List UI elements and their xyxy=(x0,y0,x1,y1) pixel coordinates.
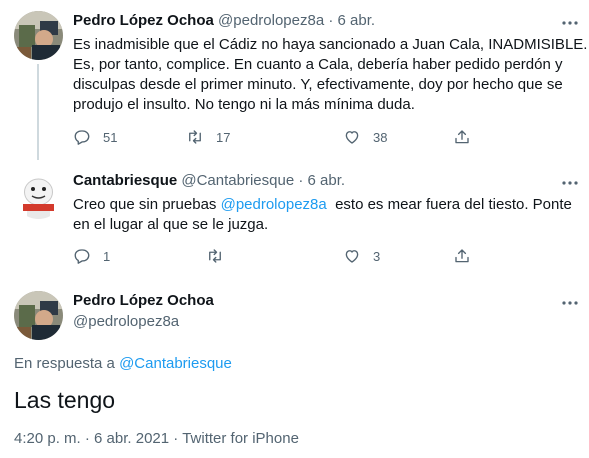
like-count: 38 xyxy=(373,129,388,145)
avatar-pedro[interactable] xyxy=(14,291,63,340)
author-name[interactable]: Pedro López Ochoa xyxy=(73,291,214,311)
like-button[interactable]: 38 xyxy=(343,127,387,147)
tweet-text-line: Es inadmisible que el Cádiz no haya sanc… xyxy=(73,36,588,53)
avatar-pedro[interactable] xyxy=(14,11,63,60)
main-tweet-text: Las tengo xyxy=(14,387,116,413)
author-handle[interactable]: @pedrolopez8a xyxy=(73,312,179,332)
share-button[interactable] xyxy=(453,127,471,147)
tweet-1[interactable]: Pedro López Ochoa @pedrolopez8a · 6 abr.… xyxy=(0,0,589,160)
tweet-date[interactable]: 6 abr. xyxy=(308,172,346,189)
more-dots-icon[interactable] xyxy=(560,13,580,33)
reply-count: 51 xyxy=(103,129,118,145)
tweet-text-segment: esto es mear fuera del tiesto. Ponte xyxy=(326,196,572,213)
separator-dot: · xyxy=(328,12,334,29)
like-button[interactable]: 3 xyxy=(343,246,380,266)
tweet-actions: 51 17 38 xyxy=(73,127,493,147)
retweet-icon xyxy=(209,249,221,263)
heart-icon xyxy=(345,250,359,263)
reply-button[interactable]: 51 xyxy=(73,127,117,147)
share-icon xyxy=(455,249,469,263)
retweet-button[interactable] xyxy=(206,246,224,266)
more-dots-icon[interactable] xyxy=(560,173,580,193)
tweet-header: Cantabriesque @Cantabriesque · 6 abr. xyxy=(73,171,345,191)
tweet-2[interactable]: Cantabriesque @Cantabriesque · 6 abr. Cr… xyxy=(0,160,589,280)
author-name[interactable]: Cantabriesque xyxy=(73,172,177,189)
reply-mention-link[interactable]: @Cantabriesque xyxy=(119,355,232,372)
share-button[interactable] xyxy=(453,246,471,266)
author-handle[interactable]: @pedrolopez8a xyxy=(218,12,324,29)
tweet-full-date[interactable]: 6 abr. 2021 xyxy=(94,430,169,447)
tweet-actions: 1 3 xyxy=(73,246,493,266)
heart-icon xyxy=(345,131,359,144)
separator-dot: · xyxy=(298,172,304,189)
tweet-text-line: Es, por tanto, complice. En cuanto a Cal… xyxy=(73,56,563,73)
more-dots-icon[interactable] xyxy=(560,293,580,313)
tweet-source[interactable]: Twitter for iPhone xyxy=(182,430,299,447)
thread-line xyxy=(37,64,39,160)
author-name[interactable]: Pedro López Ochoa xyxy=(73,12,214,29)
separator-dot: · xyxy=(173,430,179,447)
reply-count: 1 xyxy=(103,248,111,264)
retweet-count: 17 xyxy=(216,129,231,145)
tweet-text-line: produjo el insulto. No tengo ni la más m… xyxy=(73,96,415,113)
reply-icon xyxy=(74,249,90,264)
tweet-metadata: 4:20 p. m. · 6 abr. 2021 · Twitter for i… xyxy=(14,429,299,449)
avatar-cantabriesque[interactable] xyxy=(14,170,63,219)
reply-button[interactable]: 1 xyxy=(73,246,110,266)
tweet-text-line: Creo que sin pruebas @pedrolopez8a esto … xyxy=(73,195,572,215)
retweet-button[interactable]: 17 xyxy=(186,127,230,147)
tweet-text-segment: Creo que sin pruebas xyxy=(73,196,221,213)
author-handle[interactable]: @Cantabriesque xyxy=(181,172,294,189)
retweet-icon xyxy=(189,130,201,144)
reply-icon xyxy=(74,130,90,145)
tweet-text-line: disculpas desde el primer minuto. Y, efe… xyxy=(73,76,563,93)
reply-context: En respuesta a @Cantabriesque xyxy=(14,354,232,374)
mention-link[interactable]: @pedrolopez8a xyxy=(221,196,327,213)
reply-prefix: En respuesta a xyxy=(14,355,120,372)
separator-dot: · xyxy=(84,430,90,447)
tweet-time[interactable]: 4:20 p. m. xyxy=(14,430,81,447)
tweet-date[interactable]: 6 abr. xyxy=(338,12,376,29)
share-icon xyxy=(455,130,469,144)
tweet-header: Pedro López Ochoa @pedrolopez8a · 6 abr. xyxy=(73,11,375,31)
tweet-text: Es inadmisible que el Cádiz no haya sanc… xyxy=(73,35,587,115)
tweet-text-line: en el lugar al que se le juzga. xyxy=(73,216,269,233)
like-count: 3 xyxy=(373,248,381,264)
tweet-text: Creo que sin pruebas @pedrolopez8a esto … xyxy=(73,195,572,235)
